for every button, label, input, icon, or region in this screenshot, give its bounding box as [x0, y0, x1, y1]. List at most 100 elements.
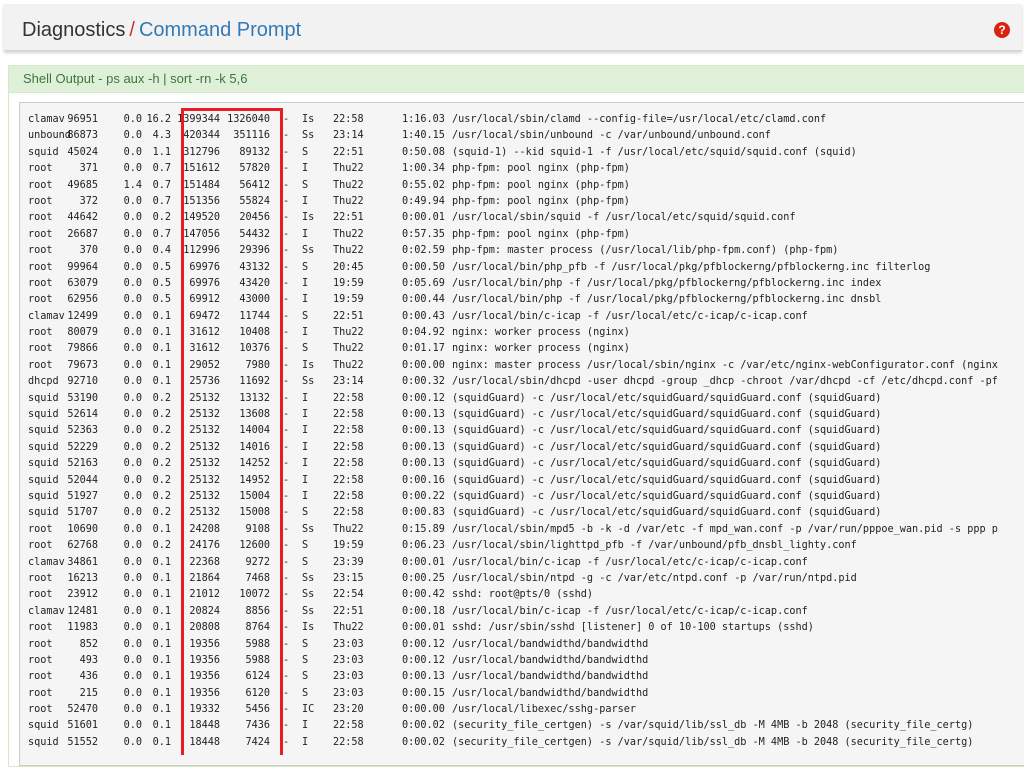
process-row: squid 45024 0.0 1.1 312796 89132- S 22:51 0:50.0… [28, 145, 1024, 161]
cell-tty: - [283, 179, 290, 191]
cell-time: 0:04.92 [402, 327, 445, 339]
cell-command: /usr/local/sbin/lighttpd_pfb -f /var/unb… [452, 540, 857, 552]
cell-tty: - [283, 474, 290, 486]
cell-stat: I [302, 720, 309, 732]
cell-command: (squidGuard) -c /usr/local/etc/squidGuar… [452, 458, 882, 470]
cell-command: /usr/local/sbin/clamd --config-file=/usr… [452, 114, 827, 125]
process-row: root 493 0.0 0.1 19356 5988- S 23:03 0:00.12/usr… [28, 653, 1024, 669]
cell-time: 0:00.44 [402, 294, 445, 306]
cell-stat: Is [302, 114, 315, 125]
cell-time: 0:00.12 [402, 654, 445, 666]
cell-started: 23:14 [333, 376, 364, 388]
cell-tty: - [283, 654, 290, 666]
cell-time: 1:16.03 [402, 114, 445, 125]
cell-command: /usr/local/bin/php -f /usr/local/pkg/pfb… [452, 277, 882, 289]
cell-stat: I [302, 228, 309, 240]
cell-time: 0:00.01 [402, 556, 445, 568]
cell-tty: - [283, 212, 290, 224]
cell-command: (squid-1) --kid squid-1 -f /usr/local/et… [452, 146, 857, 158]
cell-rss: 14004 [239, 425, 270, 437]
cell-time: 0:00.16 [402, 474, 445, 486]
cell-stat: I [302, 441, 309, 453]
cell-stat: Ss [302, 523, 315, 535]
cell-rss: 20456 [239, 212, 270, 224]
cell-started: 22:58 [333, 490, 364, 502]
process-row: root 436 0.0 0.1 19356 6124- S 23:03 0:00.13/usr… [28, 669, 1024, 685]
cell-tty: - [283, 490, 290, 502]
cell-started: 23:03 [333, 671, 364, 683]
cell-command: (security_file_certgen) -s /var/squid/li… [452, 736, 974, 748]
process-row: root 62768 0.0 0.2 24176 12600- S 19:59 0:06.23/… [28, 538, 1024, 554]
cell-tty: - [283, 130, 290, 142]
process-row: root 16213 0.0 0.1 21864 7468- Ss 23:15 0:00.25/… [28, 571, 1024, 587]
cell-stat: I [302, 474, 309, 486]
cell-tty: - [283, 392, 290, 404]
process-row: root 371 0.0 0.7 151612 57820- I Thu22 1:00.34 ph… [28, 161, 1024, 177]
cell-rss: 14016 [239, 441, 270, 453]
cell-rss: 57820 [239, 163, 270, 175]
cell-command: (security_file_certgen) -s /var/squid/li… [452, 720, 974, 732]
cell-started: 23:03 [333, 654, 364, 666]
cell-started: Thu22 [333, 195, 364, 207]
cell-command: /usr/local/bin/php_pfb -f /usr/local/pkg… [452, 261, 931, 273]
cell-time: 0:00.01 [402, 212, 445, 224]
cell-time: 0:00.12 [402, 638, 445, 650]
process-row: squid 51601 0.0 0.1 18448 7436- I 22:58 0:00.02(… [28, 718, 1024, 734]
cell-stat: I [302, 392, 309, 404]
process-row: root 11983 0.0 0.1 20808 8764- Is Thu22 0:00.01 s… [28, 620, 1024, 636]
process-row: clamav 12499 0.0 0.1 69472 11744- S 22:51 0:00.4… [28, 309, 1024, 325]
cell-tty: - [283, 638, 290, 650]
cell-stat: Is [302, 622, 315, 634]
cell-started: 22:58 [333, 720, 364, 732]
cell-stat: I [302, 195, 309, 207]
cell-time: 0:00.22 [402, 490, 445, 502]
process-row: root 79866 0.0 0.1 31612 10376- S Thu22 0:01.17 n… [28, 341, 1024, 357]
cell-tty: - [283, 736, 290, 748]
cell-command: /usr/local/bandwidthd/bandwidthd [452, 687, 649, 699]
cell-command: (squidGuard) -c /usr/local/etc/squidGuar… [452, 507, 882, 519]
cell-stat: S [302, 556, 309, 568]
cell-command: php-fpm: master process (/usr/local/lib/… [452, 245, 839, 257]
cell-started: 22:51 [333, 212, 364, 224]
cell-started: 23:15 [333, 572, 364, 584]
cell-command: (squidGuard) -c /usr/local/etc/squidGuar… [452, 441, 882, 453]
breadcrumb-command-prompt-link[interactable]: Command Prompt [139, 19, 301, 41]
cell-stat: S [302, 540, 309, 552]
help-icon[interactable]: ? [994, 22, 1010, 38]
cell-stat: I [302, 458, 309, 470]
cell-tty: - [283, 228, 290, 240]
cell-command: nginx: worker process (nginx) [452, 327, 630, 339]
cell-stat: S [302, 343, 309, 355]
cell-started: Thu22 [333, 622, 364, 634]
cell-command: /usr/local/sbin/dhcpd -user dhcpd -group… [452, 376, 998, 388]
cell-time: 0:15.89 [402, 523, 445, 535]
cell-stat: S [302, 146, 309, 158]
cell-rss: 54432 [239, 228, 270, 240]
cell-time: 0:02.59 [402, 245, 445, 257]
cell-tty: - [283, 704, 290, 716]
cell-time: 0:00.12 [402, 392, 445, 404]
cell-rss: 15004 [239, 490, 270, 502]
breadcrumb-diagnostics: Diagnostics [22, 19, 126, 41]
cell-time: 0:00.13 [402, 441, 445, 453]
cell-tty: - [283, 671, 290, 683]
process-row: root 79673 0.0 0.1 29052 7980- Is Thu22 0:00.00 n… [28, 358, 1024, 374]
cell-rss: 7424 [245, 736, 270, 748]
cell-tty: - [283, 277, 290, 289]
cell-time: 0:50.08 [402, 146, 445, 158]
cell-rss: 12600 [239, 540, 270, 552]
cell-command: /usr/local/bin/c-icap -f /usr/local/etc/… [452, 310, 808, 322]
cell-started: 19:59 [333, 277, 364, 289]
cell-started: 23:03 [333, 687, 364, 699]
cell-stat: I [302, 327, 309, 339]
cell-rss: 13132 [239, 392, 270, 404]
cell-stat: Is [302, 212, 315, 224]
cell-command: /usr/local/bin/c-icap -f /usr/local/etc/… [452, 605, 808, 617]
cell-started: 22:58 [333, 507, 364, 519]
cell-command: php-fpm: pool nginx (php-fpm) [452, 163, 630, 175]
cell-rss: 29396 [239, 245, 270, 257]
cell-started: 22:58 [333, 474, 364, 486]
process-row: squid 52363 0.0 0.2 25132 14004- I 22:58 0:00.13… [28, 423, 1024, 439]
cell-tty: - [283, 195, 290, 207]
cell-started: 22:54 [333, 589, 364, 601]
